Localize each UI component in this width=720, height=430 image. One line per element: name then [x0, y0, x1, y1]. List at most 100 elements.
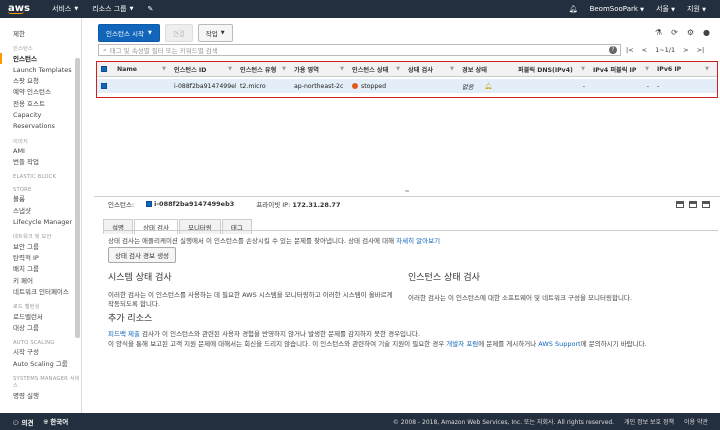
col-public-dns[interactable]: 퍼블릭 DNS(IPv4) ▼ [514, 65, 589, 74]
sidebar-item[interactable]: 스냅샷 [0, 205, 81, 216]
submit-feedback-link[interactable]: 피드백 제출 [108, 330, 140, 338]
launch-instance-button[interactable]: 인스턴스 시작 ▼ [98, 24, 160, 42]
privacy-policy-link[interactable]: 개인 정보 보호 정책 [624, 417, 674, 426]
gear-icon[interactable]: ⚙ [687, 28, 694, 37]
row-instance-type: t2.micro [240, 82, 266, 90]
row-checkbox[interactable] [97, 83, 113, 89]
sidebar-item[interactable]: 번들 작업 [0, 157, 81, 168]
next-page-icon[interactable]: > [683, 46, 688, 54]
tab-tags[interactable]: 태그 [221, 219, 252, 234]
sidebar-item[interactable]: 배치 그룹 [0, 264, 81, 275]
tab-monitoring[interactable]: 모니터링 [178, 219, 221, 234]
developer-forum-link[interactable]: 개발자 포럼 [446, 340, 478, 348]
sidebar-item[interactable]: 대상 그룹 [0, 323, 81, 334]
bell-alarm-icon[interactable]: 🔔︎ [484, 82, 492, 90]
sidebar-item[interactable]: 로드밸런서 [0, 311, 81, 322]
sidebar-item[interactable]: 시작 구성 [0, 347, 81, 358]
additional-resources-title: 추가 리소스 [108, 314, 153, 324]
col-ipv4-public-ip[interactable]: IPv4 퍼블릭 IP ▼ [589, 65, 653, 74]
table-row[interactable]: i-088f2ba9147499eb3 t2.micro ap-northeas… [97, 79, 717, 93]
sidebar-item[interactable]: Reservations [0, 120, 81, 131]
help-icon[interactable]: ● [703, 28, 710, 37]
layout-bottom-icon[interactable] [676, 201, 684, 208]
tab-status-checks[interactable]: 상태 검사 [133, 219, 178, 234]
search-input[interactable]: ⌕ 태그 및 속성별 필터 또는 키워드별 검색 ? [98, 44, 621, 56]
layout-full-icon[interactable] [702, 201, 710, 208]
actions-button[interactable]: 작업 ▼ [197, 24, 233, 42]
chevron-down-icon: ▼ [129, 6, 134, 12]
layout-side-icon[interactable] [689, 201, 697, 208]
sidebar-item[interactable]: 명령 실행 [0, 390, 81, 401]
terms-link[interactable]: 이용 약관 [684, 417, 708, 426]
region-menu[interactable]: 서울 ▼ [656, 4, 675, 14]
col-instance-state[interactable]: 인스턴스 상태 ▼ [348, 65, 404, 74]
sidebar-item[interactable]: 탄력적 IP [0, 253, 81, 264]
sidebar-item[interactable]: Capacity [0, 109, 81, 120]
flask-icon[interactable]: ⚗ [655, 28, 662, 37]
details-panel: 인스턴스: i-088f2ba9147499eb3 프라이빗 IP: 172.3… [94, 196, 720, 413]
sidebar-item[interactable]: 전용 호스트 [0, 98, 81, 109]
pagination: |< < 1~1/1 > >| [626, 46, 704, 54]
col-availability-zone[interactable]: 가용 영역 ▼ [290, 65, 348, 74]
chevron-down-icon: ▼ [147, 30, 152, 36]
sidebar-section-heading: 이미지 [13, 138, 28, 145]
footer-bar: 💬︎ 의견 🌐︎ 한국어 © 2008 - 2018, Amazon Web S… [0, 413, 720, 430]
aws-logo[interactable]: aws [8, 4, 38, 14]
sidebar-item[interactable]: Launch Templates [0, 64, 81, 75]
sidebar: 제한 인스턴스 인스턴스 Launch Templates 스팟 요청 예약 인스턴스 전용… [0, 18, 82, 413]
resource-groups-menu[interactable]: 리소스 그룹 ▼ [92, 4, 133, 14]
additional-resources-text-2: 이 양식을 통해 보고된 고객 지원 문제에 대해서는 회신을 드리지 않습니다… [108, 340, 647, 348]
sidebar-item[interactable]: 키 페어 [0, 275, 81, 286]
learn-more-link[interactable]: 자세히 알아보기 [396, 237, 440, 245]
chat-icon: 💬︎ [12, 419, 20, 427]
aws-support-link[interactable]: AWS Support [538, 340, 580, 348]
sidebar-item[interactable]: Auto Scaling 그룹 [0, 358, 81, 369]
create-status-alarm-button[interactable]: 상태 검사 경보 생성 [108, 247, 177, 263]
user-menu[interactable]: BeomSooPark ▼ [590, 5, 644, 13]
sidebar-item[interactable]: AMI [0, 146, 81, 157]
last-page-icon[interactable]: >| [697, 46, 705, 54]
sidebar-section-heading: STORE [13, 186, 32, 193]
sidebar-scrollbar[interactable] [75, 58, 80, 338]
row-public-dns: - [582, 82, 585, 90]
col-alarm-status[interactable]: 경보 상태 [458, 65, 514, 74]
chevron-down-icon: ▼ [220, 30, 225, 36]
pin-icon[interactable]: ✎ [147, 5, 153, 13]
col-instance-id[interactable]: 인스턴스 ID ▼ [170, 65, 236, 74]
services-menu[interactable]: 서비스 ▼ [52, 4, 78, 14]
select-all-checkbox[interactable] [97, 66, 113, 72]
col-instance-type[interactable]: 인스턴스 유형 ▼ [236, 65, 290, 74]
sidebar-item[interactable]: 네트워크 인터페이스 [0, 286, 81, 297]
table-header: Name ▼ 인스턴스 ID ▼ 인스턴스 유형 ▼ 가용 영역 ▼ 인스턴스 상태 ▼ … [97, 62, 717, 77]
system-status-text-2: 작동되도록 합니다. [108, 300, 160, 308]
sidebar-item[interactable]: 볼륨 [0, 194, 81, 205]
col-name[interactable]: Name ▼ [113, 66, 170, 73]
help-circle-icon[interactable]: ? [609, 46, 617, 54]
sidebar-item[interactable]: 예약 인스턴스 [0, 87, 81, 98]
refresh-icon[interactable]: ⟳ [671, 28, 678, 37]
panel-splitter[interactable]: ═ [94, 188, 720, 195]
details-header: 인스턴스: i-088f2ba9147499eb3 프라이빗 IP: 172.3… [108, 200, 341, 209]
col-ipv6-ip[interactable]: IPv6 IP ▼ [653, 66, 713, 73]
instance-status-title: 인스턴스 상태 검사 [408, 273, 480, 283]
sidebar-item[interactable]: 보안 그룹 [0, 241, 81, 252]
row-instance-id: i-088f2ba9147499eb3 [174, 82, 236, 90]
connect-button[interactable]: 연결 [164, 24, 193, 42]
sidebar-item[interactable]: 제한 [0, 28, 81, 39]
details-tabs: 설명 상태 검사 모니터링 태그 [103, 219, 252, 234]
sidebar-item[interactable]: Lifecycle Manager [0, 216, 81, 227]
sidebar-section-heading: ELASTIC BLOCK [13, 173, 57, 180]
sidebar-item[interactable]: 스팟 요청 [0, 76, 81, 87]
system-status-title: 시스템 상태 검사 [108, 273, 172, 283]
main-content: 인스턴스 시작 ▼ 연결 작업 ▼ ⚗ ⟳ ⚙ ● ⌕ 태그 및 속성별 필터 또는… [94, 18, 720, 413]
bell-icon[interactable]: 🔔︎ [569, 5, 578, 13]
language-menu[interactable]: 🌐︎ 한국어 [44, 416, 69, 427]
prev-page-icon[interactable]: < [642, 46, 647, 54]
tab-description[interactable]: 설명 [103, 219, 133, 234]
support-menu[interactable]: 지원 ▼ [687, 4, 706, 14]
page-count: 1~1/1 [655, 46, 676, 54]
first-page-icon[interactable]: |< [626, 46, 634, 54]
sidebar-item[interactable]: 인스턴스 [0, 53, 81, 65]
feedback-link[interactable]: 💬︎ 의견 [12, 417, 34, 427]
col-status-check[interactable]: 상태 검사 ▼ [404, 65, 458, 74]
